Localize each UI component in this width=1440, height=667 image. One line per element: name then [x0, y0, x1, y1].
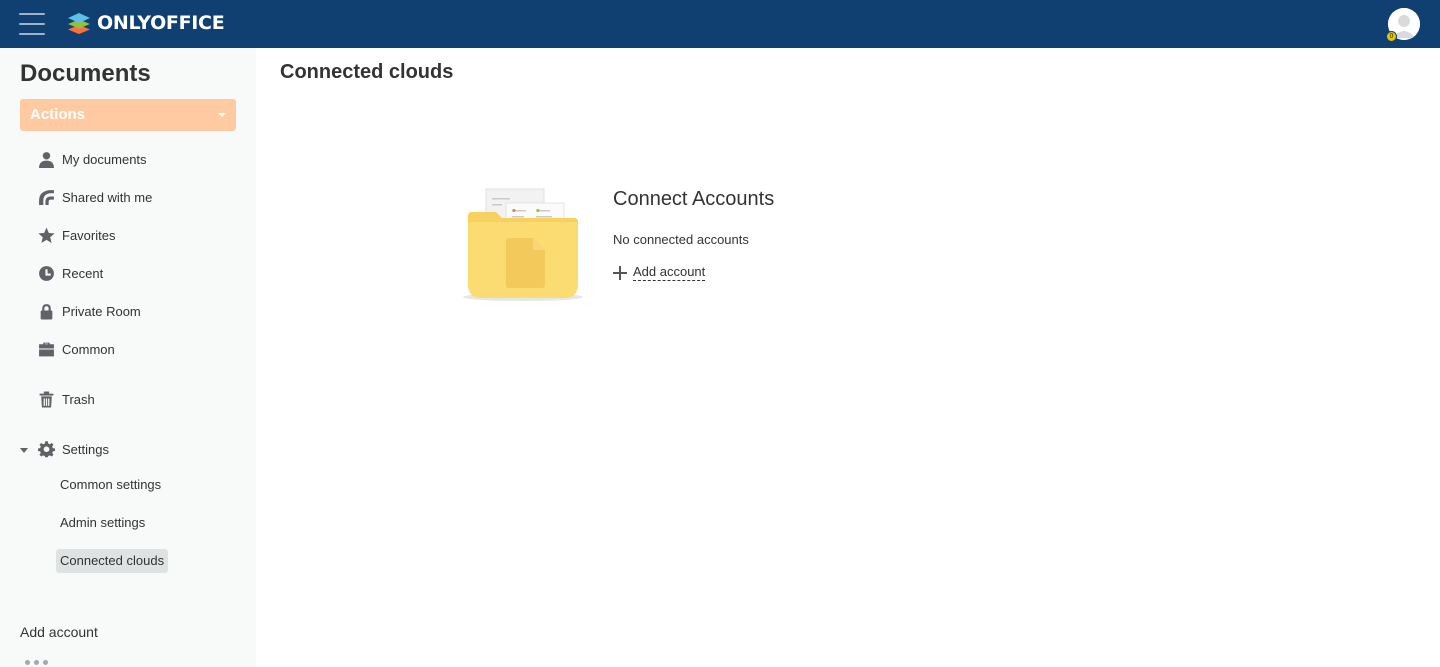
lock-icon: [36, 301, 56, 321]
briefcase-icon: [36, 339, 56, 359]
chevron-down-icon: [218, 113, 226, 117]
actions-label: Actions: [30, 106, 86, 123]
empty-state-subtitle: No connected accounts: [613, 232, 749, 247]
sidebar-title: Documents: [20, 60, 151, 87]
sidebar-item-shared-with-me[interactable]: Shared with me: [36, 185, 152, 209]
sidebar-item-recent[interactable]: Recent: [36, 261, 103, 285]
sidebar-item-my-documents[interactable]: My documents: [36, 147, 147, 171]
sidebar-item-settings[interactable]: Settings: [36, 437, 109, 461]
sidebar-add-account-link[interactable]: Add account: [20, 624, 98, 640]
sidebar-item-common[interactable]: Common: [36, 337, 115, 361]
sidebar-item-trash[interactable]: Trash: [36, 387, 95, 411]
sidebar-item-favorites[interactable]: Favorites: [36, 223, 115, 247]
sidebar-item-private-room[interactable]: Private Room: [36, 299, 141, 323]
settings-item-admin-settings[interactable]: Admin settings: [56, 511, 149, 535]
settings-item-connected-clouds[interactable]: Connected clouds: [56, 549, 169, 573]
trash-icon: [36, 389, 56, 409]
add-account-link[interactable]: Add account: [613, 264, 706, 281]
empty-state-title: Connect Accounts: [613, 188, 775, 210]
plus-icon: [613, 265, 627, 280]
expand-caret-icon[interactable]: [20, 448, 28, 453]
logo-layers-icon: [68, 13, 90, 34]
star-icon: [36, 225, 56, 245]
more-dots-icon[interactable]: [25, 660, 48, 665]
sidebar: Documents Actions My documents Shared wi…: [0, 48, 256, 667]
page-title: Connected clouds: [280, 61, 454, 83]
onlyoffice-logo[interactable]: ONLYOFFICE: [66, 10, 225, 36]
settings-item-common-settings[interactable]: Common settings: [56, 473, 165, 497]
notification-badge: 0: [1386, 31, 1397, 42]
user-icon: [36, 149, 56, 169]
folder-icon: [463, 188, 583, 301]
clock-icon: [36, 263, 56, 283]
gear-icon: [36, 439, 56, 459]
top-header: ONLYOFFICE 0: [0, 0, 1440, 48]
hamburger-icon[interactable]: [19, 13, 45, 35]
actions-button[interactable]: Actions: [20, 99, 236, 131]
logo-text: ONLYOFFICE: [97, 12, 225, 34]
add-account-label: Add account: [633, 264, 706, 281]
shared-icon: [36, 187, 56, 207]
